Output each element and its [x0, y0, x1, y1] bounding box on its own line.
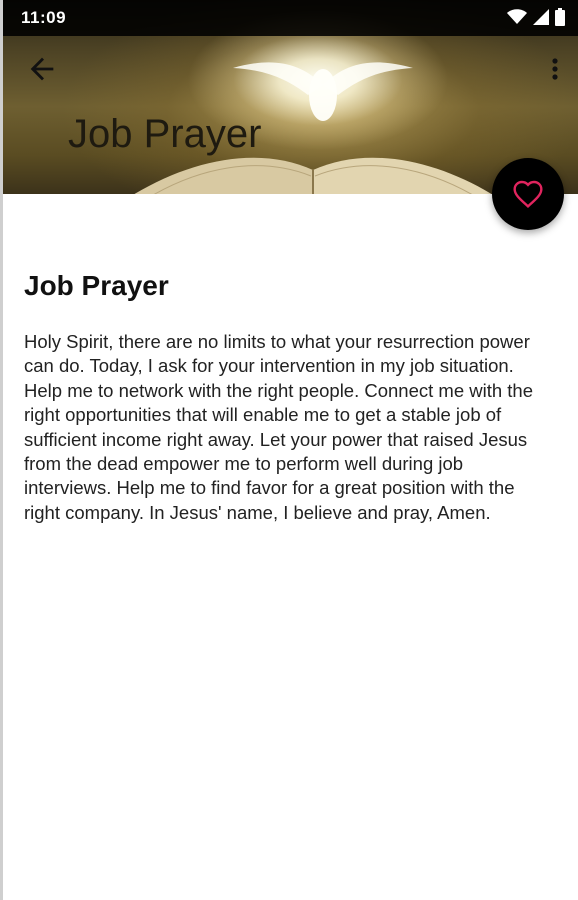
status-bar: 11:09 [3, 0, 578, 36]
article-content: Job Prayer Holy Spirit, there are no lim… [24, 270, 554, 525]
battery-icon [555, 8, 565, 26]
app-screen: 11:09 Job Prayer Job Prayer Holy Spirit,… [0, 0, 578, 900]
favorite-button[interactable] [492, 158, 564, 230]
arrow-back-icon [30, 57, 54, 81]
heart-outline-icon [513, 180, 543, 209]
status-time: 11:09 [21, 8, 67, 27]
header-image: 11:09 Job Prayer [3, 0, 578, 194]
more-options-button[interactable] [543, 52, 567, 86]
more-vert-icon [552, 58, 558, 80]
wifi-icon [507, 9, 527, 24]
article-body: Holy Spirit, there are no limits to what… [24, 331, 534, 523]
back-button[interactable] [25, 52, 59, 86]
signal-icon [533, 9, 549, 25]
article-title: Job Prayer [24, 270, 169, 301]
status-icons [507, 8, 565, 26]
toolbar-title: Job Prayer [68, 112, 262, 156]
